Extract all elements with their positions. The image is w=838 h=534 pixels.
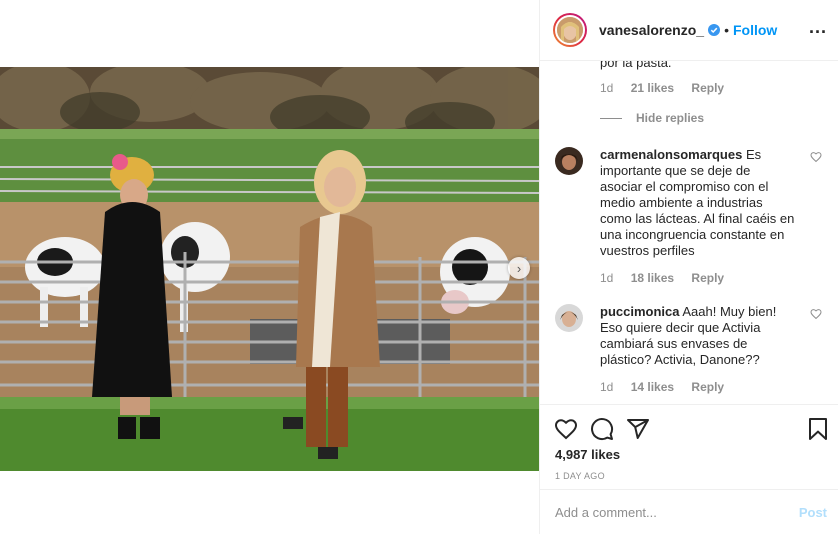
comment-text: puccimonica Aaah! Muy bien! Eso quiere d… [600,304,795,368]
next-photo-button[interactable]: › [508,257,530,279]
more-options-icon[interactable]: ... [809,18,827,36]
comment-composer: Post [540,489,838,534]
comment-item: puccimonica Aaah! Muy bien! Eso quiere d… [555,304,830,394]
comment-likes[interactable]: 18 likes [631,271,674,285]
comment-meta: 1d 14 likes Reply [600,380,830,394]
previous-reply-tail: por la pasta. [600,61,672,70]
commenter-avatar-image [555,147,583,175]
comment-content: Es importante que se deje de asociar el … [600,147,795,258]
commenter-avatar-image [555,304,583,332]
likes-count[interactable]: 4,987 likes [555,447,620,462]
like-comment-heart-icon[interactable] [810,151,822,163]
author-avatar[interactable] [553,13,587,47]
hide-replies-button[interactable]: Hide replies [636,111,704,125]
comment-time: 1d [600,380,614,394]
comment-likes[interactable]: 14 likes [631,380,674,394]
post-photo-image [0,67,539,471]
separator-dot: • [724,22,729,38]
author-username[interactable]: vanesalorenzo_ [599,22,704,38]
post-photo[interactable] [0,67,539,471]
post-comment-button[interactable]: Post [799,505,827,520]
previous-reply-meta: 1d 21 likes Reply [600,81,830,95]
previous-reply: por la pasta. 1d 21 likes Reply [555,61,830,95]
divider-line [600,117,622,119]
author-avatar-picture [557,17,583,43]
comments-list[interactable]: por la pasta. 1d 21 likes Reply Hide rep… [540,61,838,404]
commenter-username[interactable]: puccimonica [600,304,679,319]
post-header: vanesalorenzo_ • Follow ... [540,0,838,61]
post-panel: vanesalorenzo_ • Follow ... por la pasta… [539,0,838,534]
share-icon[interactable] [626,417,650,441]
comment-icon[interactable] [590,417,614,441]
bookmark-icon[interactable] [806,417,830,441]
reply-button[interactable]: Reply [691,271,724,285]
hide-replies-row[interactable]: Hide replies [555,111,830,125]
like-comment-heart-icon[interactable] [810,308,822,320]
reply-button[interactable]: Reply [691,81,724,95]
comment-time: 1d [600,81,614,95]
comment-item: carmenalonsomarques Es importante que se… [555,147,830,285]
previous-reply-text: por la pasta. [600,61,795,71]
commenter-username[interactable]: carmenalonsomarques [600,147,742,162]
verified-badge-icon [708,24,721,36]
comment-likes[interactable]: 21 likes [631,81,674,95]
comment-time: 1d [600,271,614,285]
commenter-avatar[interactable] [555,147,583,175]
post-media: › [0,0,539,534]
chevron-right-icon: › [516,260,522,276]
comment-meta: 1d 18 likes Reply [600,271,830,285]
post-time[interactable]: 1 DAY AGO [555,471,605,481]
author-avatar-image [555,15,585,45]
commenter-avatar[interactable] [555,304,583,332]
comment-text: carmenalonsomarques Es importante que se… [600,147,795,259]
comment-input[interactable] [555,504,799,520]
follow-button[interactable]: Follow [733,22,777,38]
post-actions: 4,987 likes 1 DAY AGO [540,404,838,489]
heart-icon[interactable] [554,417,578,441]
reply-button[interactable]: Reply [691,380,724,394]
